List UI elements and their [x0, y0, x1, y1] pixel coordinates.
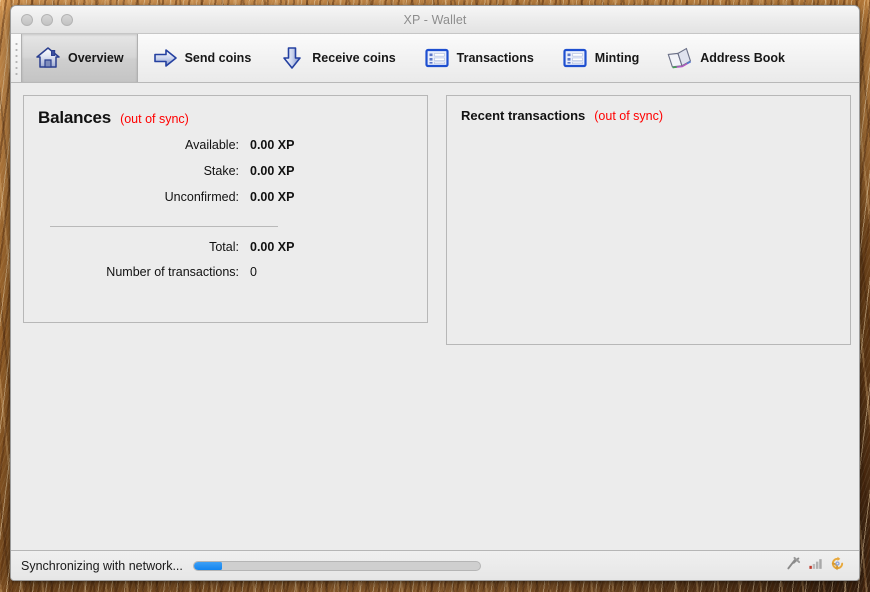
toolbar-label-send-coins: Send coins	[184, 51, 252, 65]
recent-transactions-title: Recent transactions	[461, 108, 586, 123]
sync-progress-fill	[193, 561, 223, 570]
toolbar-label-minting: Minting	[594, 51, 640, 65]
balance-label-total: Total:	[209, 240, 239, 254]
balances-panel: Balances (out of sync) Available: 0.00 X…	[23, 95, 428, 323]
balance-value-available: 0.00 XP	[250, 138, 295, 152]
toolbar-grip-handle[interactable]	[11, 34, 21, 82]
balance-value-total: 0.00 XP	[250, 240, 295, 254]
balance-row-available: Available: 0.00 XP	[38, 138, 413, 152]
home-icon	[35, 45, 61, 71]
balance-label-tx-count: Number of transactions:	[106, 265, 239, 279]
balances-header: Balances (out of sync)	[38, 108, 413, 128]
main-toolbar: Overview Send coins Receive coins Transa…	[11, 34, 859, 83]
list-icon	[562, 45, 588, 71]
status-message: Synchronizing with network...	[21, 558, 183, 573]
status-icon-tray	[786, 556, 849, 576]
wallet-window: XP - Wallet Overview Send coins Receive …	[10, 5, 860, 581]
window-title: XP - Wallet	[403, 12, 467, 27]
balance-value-stake: 0.00 XP	[250, 164, 295, 178]
minimize-button[interactable]	[41, 13, 53, 26]
signal-bars-icon[interactable]	[808, 556, 823, 576]
toolbar-item-send-coins[interactable]: Send coins	[138, 34, 266, 82]
close-button[interactable]	[21, 13, 33, 26]
recent-transactions-header: Recent transactions (out of sync)	[461, 108, 836, 123]
balances-sync-status: (out of sync)	[120, 112, 189, 126]
recent-transactions-panel: Recent transactions (out of sync)	[446, 95, 851, 345]
toolbar-label-receive-coins: Receive coins	[312, 51, 396, 65]
balance-row-total: Total: 0.00 XP	[38, 240, 413, 254]
balance-row-stake: Stake: 0.00 XP	[38, 164, 413, 178]
arrow-down-icon	[279, 45, 305, 71]
balance-row-unconfirmed: Unconfirmed: 0.00 XP	[38, 190, 413, 204]
balance-value-tx-count: 0	[250, 265, 257, 279]
sync-refresh-icon[interactable]	[830, 556, 845, 576]
toolbar-item-receive-coins[interactable]: Receive coins	[265, 34, 409, 82]
toolbar-label-address-book: Address Book	[700, 51, 785, 65]
arrow-right-icon	[152, 45, 178, 71]
toolbar-item-transactions[interactable]: Transactions	[410, 34, 548, 82]
balance-rows: Available: 0.00 XP Stake: 0.00 XP Unconf…	[38, 138, 413, 279]
toolbar-item-minting[interactable]: Minting	[548, 34, 653, 82]
toolbar-label-overview: Overview	[68, 51, 124, 65]
balance-label-unconfirmed: Unconfirmed:	[164, 190, 239, 204]
recent-transactions-sync-status: (out of sync)	[594, 109, 664, 123]
book-icon	[667, 45, 693, 71]
toolbar-label-transactions: Transactions	[456, 51, 534, 65]
balance-row-tx-count: Number of transactions: 0	[38, 265, 413, 279]
list-icon	[424, 45, 450, 71]
sync-progress-bar	[192, 560, 481, 571]
toolbar-item-address-book[interactable]: Address Book	[653, 34, 799, 82]
overview-page: Balances (out of sync) Available: 0.00 X…	[11, 83, 859, 550]
mining-hammer-icon[interactable]	[786, 556, 801, 576]
balance-label-stake: Stake:	[203, 164, 239, 178]
traffic-light-buttons	[11, 13, 73, 26]
grip-dots-icon	[14, 41, 18, 75]
status-bar: Synchronizing with network...	[11, 550, 859, 580]
window-titlebar[interactable]: XP - Wallet	[11, 6, 859, 34]
toolbar-item-overview[interactable]: Overview	[21, 34, 138, 82]
zoom-button[interactable]	[61, 13, 73, 26]
balances-title: Balances	[38, 108, 112, 127]
balance-value-unconfirmed: 0.00 XP	[250, 190, 295, 204]
balances-divider	[50, 226, 278, 227]
balance-label-available: Available:	[185, 138, 239, 152]
